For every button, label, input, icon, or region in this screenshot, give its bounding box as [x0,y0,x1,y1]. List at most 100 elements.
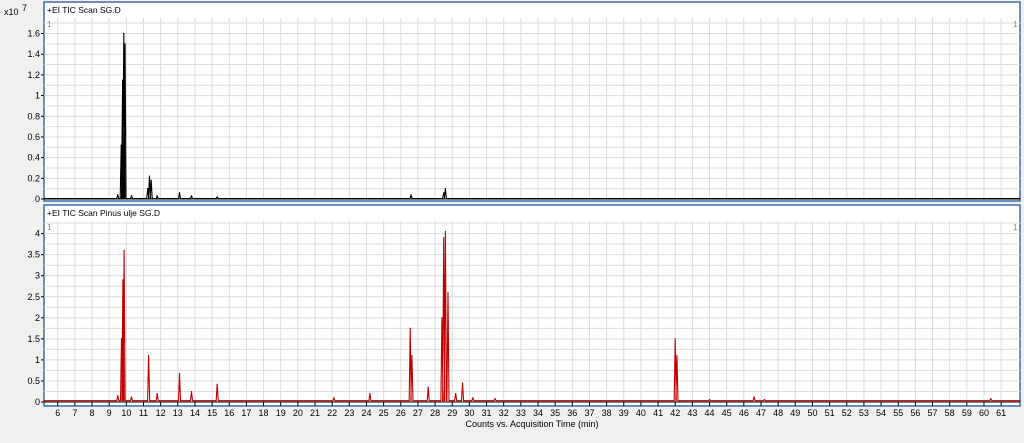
x-tick-label: 27 [413,408,423,418]
data-point [120,144,122,146]
y-tick-label: 2.5 [27,292,40,302]
data-point [148,355,150,357]
x-tick-label: 61 [996,408,1006,418]
data-point [156,392,158,395]
data-point [763,398,766,401]
data-point [156,195,158,197]
x-axis-label: Counts vs. Acquisition Time (min) [465,419,598,429]
x-tick-label: 25 [379,408,389,418]
x-tick-label: 50 [807,408,817,418]
y-tick-label: 0 [35,194,40,204]
panel-frame [43,204,1021,407]
x-tick-label: 58 [945,408,955,418]
y-tick-label: 1 [35,91,40,101]
x-tick-label: 31 [482,408,492,418]
x-tick-label: 37 [584,408,594,418]
x-tick-label: 49 [790,408,800,418]
y-tick-label: 1.5 [27,334,40,344]
data-point [447,291,449,294]
data-point [147,188,149,190]
x-tick-label: 40 [636,408,646,418]
data-point [122,279,124,281]
x-tick-label: 18 [259,408,269,418]
x-tick-label: 14 [190,408,200,418]
x-tick-label: 12 [156,408,166,418]
x-tick-label: 33 [516,408,526,418]
data-point [461,382,464,384]
x-tick-label: 29 [447,408,457,418]
x-tick-label: 41 [653,408,663,418]
chart-panel-2: 0 0.5 1 1.5 2 2.5 3 3.5 4 +EI TIC Scan Pinus ulje… [27,204,1021,429]
data-point [333,397,335,399]
x-tick-label: 19 [276,408,286,418]
x-tick-label: 11 [139,408,148,418]
x-tick-label: 32 [499,408,509,418]
data-point [216,196,218,198]
x-tick-label: 59 [962,408,972,418]
x-tick-label: 24 [361,408,371,418]
data-point [178,372,181,374]
data-point [150,179,152,181]
panel-frame [43,1,1021,202]
data-point [123,32,125,35]
corner-marker-left: 1 [47,20,52,29]
x-tick-label: 46 [739,408,749,418]
x-tick-label: 21 [310,408,320,418]
x-tick-label: 23 [344,408,354,418]
x-tick-label: 17 [241,408,251,418]
data-point [409,327,411,329]
y-tick-label: 1 [35,355,40,365]
chart-panel-1: 0 0.2 0.4 0.6 0.8 1 1.2 1.4 1.6 +EI TIC Scan SG.D… [4,1,1021,204]
data-point [444,188,446,190]
data-point [123,249,125,252]
x-tick-label: 51 [825,408,835,418]
data-point [674,338,676,340]
x-tick-label: 26 [396,408,406,418]
x-tick-label: 54 [876,408,886,418]
corner-marker-left: 1 [47,223,52,232]
x-tick-label: 35 [550,408,560,418]
y-tick-label: 0.6 [27,132,40,142]
data-point [676,355,678,357]
data-point [148,175,151,177]
data-point [216,383,218,385]
x-tick-label: 8 [90,408,95,418]
data-point [121,79,124,81]
x-tick-label: 57 [928,408,938,418]
y-tick-label: 0.2 [27,173,40,183]
x-tick-label: 20 [293,408,303,418]
data-point [190,390,193,393]
x-tick-label: 45 [722,408,732,418]
x-tick-label: 48 [773,408,783,418]
data-point [411,355,413,357]
x-tick-label: 56 [910,408,920,418]
x-tick-label: 22 [327,408,337,418]
y-axis-multiplier: x10 [4,7,19,17]
x-tick-label: 28 [430,408,440,418]
y-axis-exponent: 7 [22,3,27,13]
x-tick-label: 10 [121,408,131,418]
data-point [117,395,119,397]
x-tick-label: 42 [670,408,680,418]
x-tick-label: 16 [224,408,234,418]
data-point [190,195,193,197]
x-tick-label: 55 [893,408,903,418]
x-tick-label: 38 [602,408,612,418]
y-tick-label: 3.5 [27,250,40,260]
panel-title: +EI TIC Scan SG.D [47,5,121,15]
corner-marker-right: 1 [1013,20,1018,29]
data-point [130,396,133,398]
x-tick-label: 43 [687,408,697,418]
x-tick-label: 47 [756,408,766,418]
x-tick-label: 44 [705,408,715,418]
x-tick-label: 9 [107,408,112,418]
data-point [130,195,133,197]
panel-title: +EI TIC Scan Pinus ulje SG.D [47,208,160,218]
x-tick-label: 39 [619,408,629,418]
data-point [369,392,371,395]
data-point [472,397,474,399]
data-point [444,230,446,233]
x-tick-label: 15 [207,408,217,418]
x-tick-label: 34 [533,408,543,418]
x-tick-label: 53 [859,408,869,418]
